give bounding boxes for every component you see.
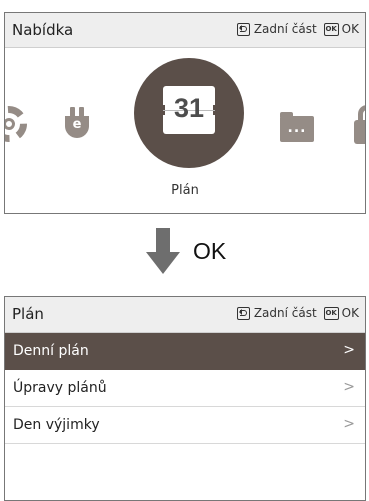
plug-glyph: e [65, 116, 89, 138]
menu-item-exception-day[interactable]: Den výjimky > [5, 407, 365, 444]
folder-glyph: ... [287, 120, 307, 136]
menu-item-schedule-edits[interactable]: Úpravy plánů > [5, 370, 365, 407]
chevron-right-icon: > [343, 379, 355, 395]
menu-item-label: Den výjimky [13, 417, 100, 433]
menu-item-label: Denní plán [13, 343, 89, 359]
back-label[interactable]: Zadní část [254, 306, 317, 320]
transition-label: OK [193, 238, 227, 264]
icon-carousel: e 31 Plán ... [5, 49, 365, 213]
back-icon[interactable] [236, 22, 250, 36]
schedule-title: Plán [12, 305, 44, 323]
back-label[interactable]: Zadní část [254, 22, 317, 36]
calendar-icon: 31 [160, 86, 218, 134]
menu-header: Nabídka Zadní část OK OK [5, 13, 365, 48]
ok-button-icon[interactable]: OK [323, 306, 339, 320]
plug-icon[interactable]: e [61, 107, 93, 139]
menu-screen: Nabídka Zadní část OK OK e 31 Plán ... [4, 12, 366, 214]
schedule-header: Plán Zadní část OK OK [5, 297, 365, 333]
folder-icon[interactable]: ... [280, 112, 314, 142]
ok-button-icon[interactable]: OK [323, 22, 339, 36]
chevron-right-icon: > [343, 416, 355, 432]
schedule-screen: Plán Zadní část OK OK Denní plán > Úprav… [4, 296, 366, 501]
chevron-right-icon: > [343, 342, 355, 358]
schedule-selected-item[interactable]: 31 [134, 58, 244, 168]
menu-title: Nabídka [12, 21, 74, 39]
lock-icon[interactable] [354, 105, 365, 145]
selected-item-label: Plán [171, 183, 199, 198]
ok-label[interactable]: OK [342, 306, 359, 320]
header-actions: Zadní část OK OK [236, 306, 359, 320]
ok-label[interactable]: OK [342, 22, 359, 36]
header-actions: Zadní část OK OK [236, 22, 359, 36]
menu-item-label: Úpravy plánů [13, 380, 107, 396]
back-icon[interactable] [236, 306, 250, 320]
calendar-day: 31 [173, 93, 205, 123]
gear-icon[interactable] [5, 106, 27, 142]
menu-item-daily-schedule[interactable]: Denní plán > [5, 333, 365, 370]
arrow-down-icon [146, 228, 188, 276]
